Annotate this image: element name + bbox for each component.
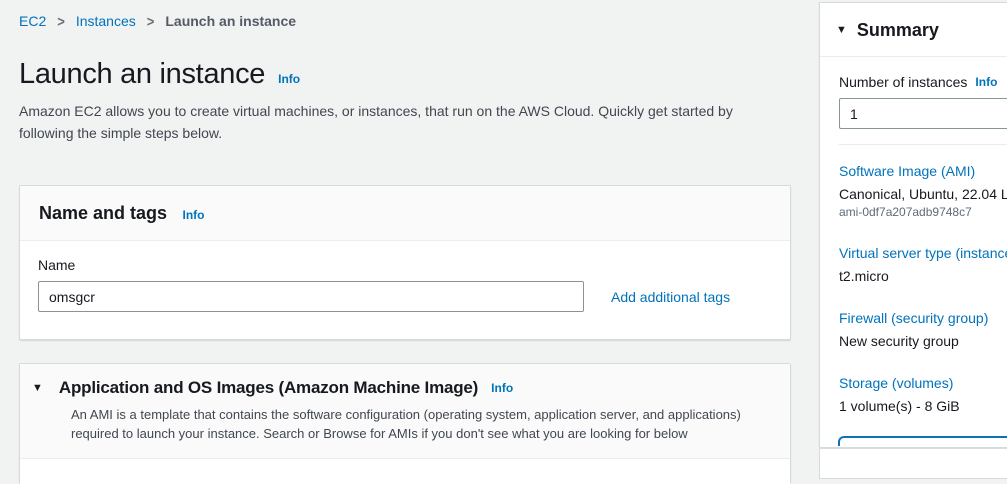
page-header: Launch an instance Info [19, 58, 300, 91]
summary-footer-panel [819, 449, 1007, 479]
instance-type-value: t2.micro [839, 268, 1007, 284]
breadcrumb-link-ec2[interactable]: EC2 [19, 13, 46, 29]
ami-card-description: An AMI is a template that contains the s… [71, 405, 770, 443]
summary-body: Number of instances Info Software Image … [820, 57, 1007, 414]
security-group-value: New security group [839, 333, 1007, 349]
page-title-info-link[interactable]: Info [278, 72, 300, 86]
breadcrumb-link-instances[interactable]: Instances [76, 13, 136, 29]
summary-panel: ▼ Summary Number of instances Info Softw… [819, 2, 1007, 448]
software-image-value: Canonical, Ubuntu, 22.04 LTS [839, 186, 1007, 202]
name-and-tags-header: Name and tags Info [20, 186, 790, 241]
name-and-tags-title: Name and tags [39, 203, 167, 223]
breadcrumb-current-page: Launch an instance [165, 13, 296, 29]
summary-section-ami: Software Image (AMI) Canonical, Ubuntu, … [839, 163, 1007, 219]
name-and-tags-body: Name Add additional tags [20, 241, 790, 312]
ami-card-title: Application and OS Images (Amazon Machin… [59, 378, 478, 398]
firewall-link[interactable]: Firewall (security group) [839, 310, 1007, 326]
number-of-instances-input[interactable] [839, 98, 1007, 129]
ami-card-header: ▼ Application and OS Images (Amazon Mach… [20, 364, 790, 459]
summary-divider [839, 144, 1007, 145]
free-tier-alert-top [838, 436, 1007, 446]
number-of-instances-info-link[interactable]: Info [975, 75, 997, 89]
name-and-tags-info-link[interactable]: Info [183, 208, 205, 222]
software-image-link[interactable]: Software Image (AMI) [839, 163, 1007, 179]
ami-id-value: ami-0df7a207adb9748c7 [839, 205, 1007, 219]
ami-card-body [20, 459, 790, 484]
storage-value: 1 volume(s) - 8 GiB [839, 398, 1007, 414]
instance-name-input[interactable] [38, 281, 584, 312]
summary-section-firewall: Firewall (security group) New security g… [839, 310, 1007, 349]
name-field-label: Name [38, 257, 770, 273]
collapse-chevron-icon[interactable]: ▼ [32, 383, 43, 394]
number-of-instances-label: Number of instances [839, 74, 967, 90]
storage-volumes-link[interactable]: Storage (volumes) [839, 375, 1007, 391]
page-description: Amazon EC2 allows you to create virtual … [19, 100, 761, 144]
breadcrumb-separator-icon: > [57, 12, 65, 29]
ami-card: ▼ Application and OS Images (Amazon Mach… [19, 363, 791, 483]
name-and-tags-card: Name and tags Info Name Add additional t… [19, 185, 791, 340]
ami-card-info-link[interactable]: Info [491, 381, 513, 395]
breadcrumb: EC2 > Instances > Launch an instance [19, 13, 296, 29]
summary-title: Summary [857, 20, 939, 41]
breadcrumb-separator-icon: > [147, 12, 155, 29]
page-title: Launch an instance [19, 58, 265, 91]
summary-section-instance-type: Virtual server type (instance type) t2.m… [839, 245, 1007, 284]
collapse-chevron-icon[interactable]: ▼ [836, 25, 847, 36]
add-additional-tags-link[interactable]: Add additional tags [611, 289, 730, 305]
virtual-server-type-link[interactable]: Virtual server type (instance type) [839, 245, 1007, 261]
summary-header: ▼ Summary [820, 3, 1007, 57]
summary-section-storage: Storage (volumes) 1 volume(s) - 8 GiB [839, 375, 1007, 414]
